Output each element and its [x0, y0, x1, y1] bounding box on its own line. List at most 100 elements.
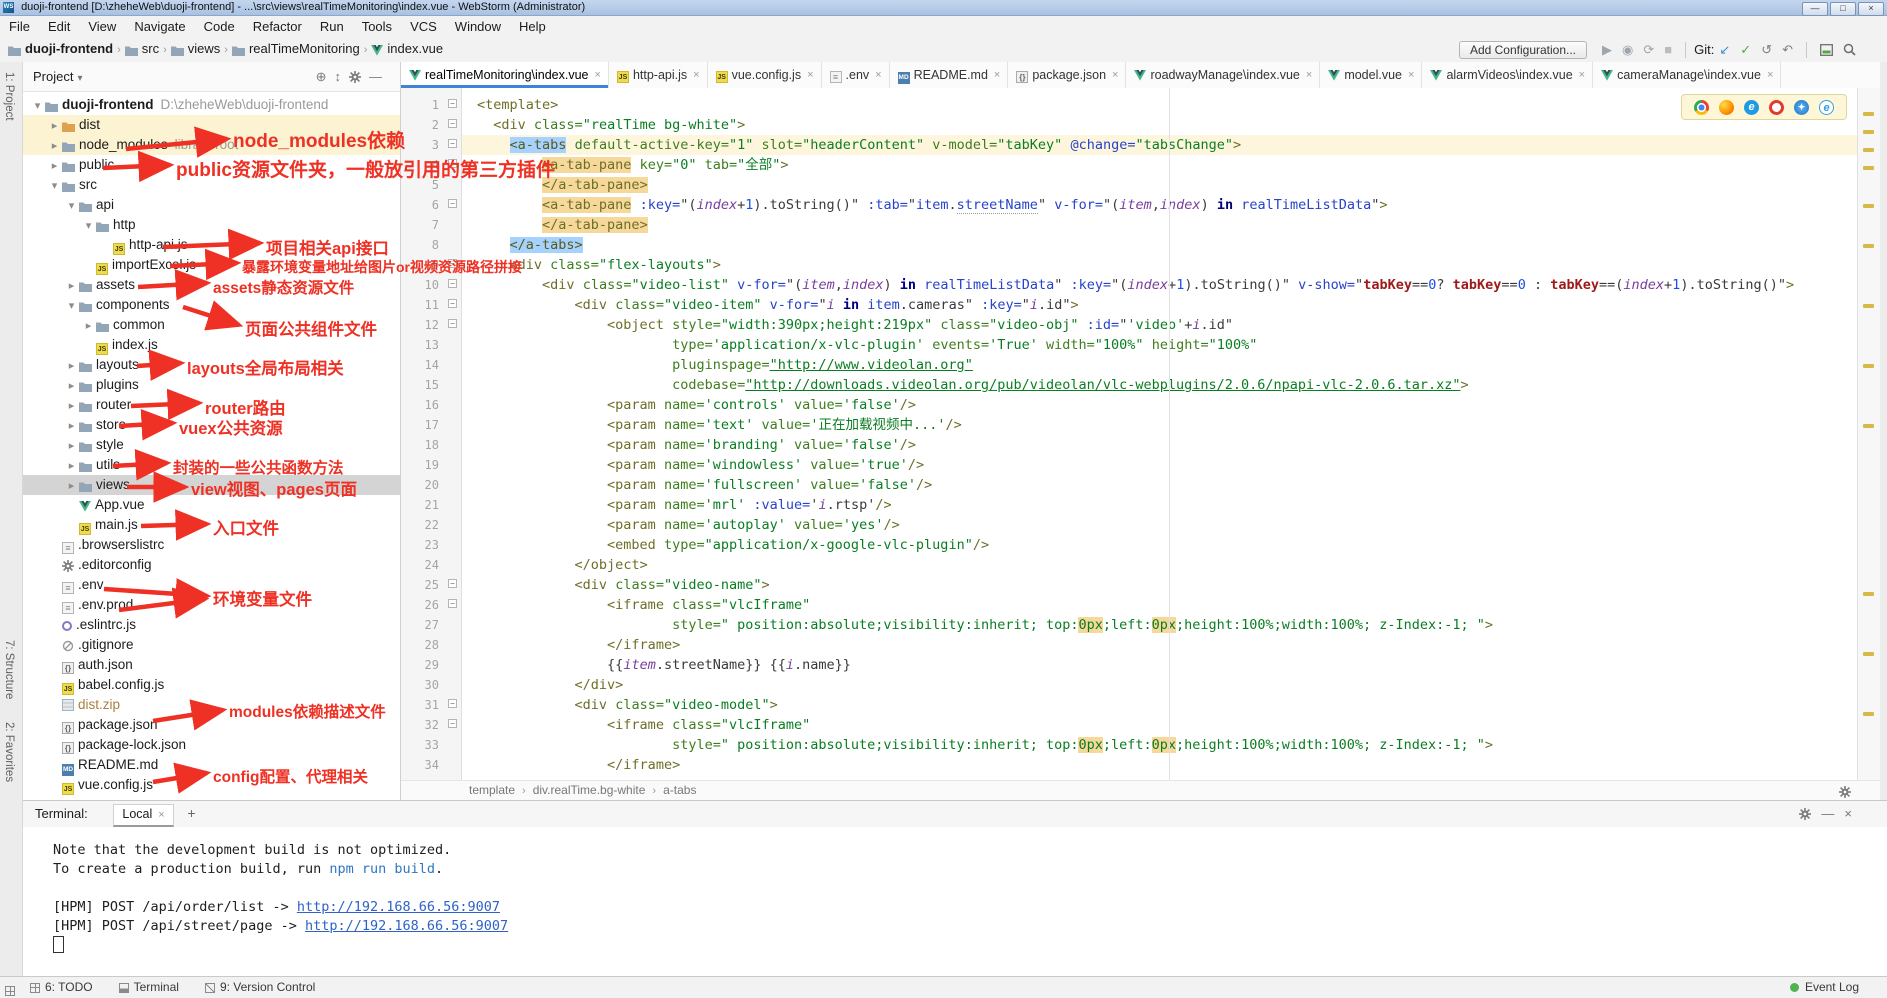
close-icon[interactable]: ×: [1306, 69, 1312, 81]
close-icon[interactable]: ×: [158, 809, 164, 821]
code-line-24[interactable]: </object>: [477, 555, 1858, 575]
fold-marker[interactable]: −: [448, 199, 457, 208]
chevron-down-icon[interactable]: ▾: [31, 96, 44, 116]
tool-stripe-1-Project[interactable]: 1: Project: [3, 72, 15, 121]
minimize-button[interactable]: —: [1802, 2, 1828, 16]
code-line-4[interactable]: <a-tab-pane key="0" tab="全部">: [477, 155, 1858, 175]
breadcrumb-item-index.vue[interactable]: index.vue: [371, 37, 443, 62]
terminal-output[interactable]: Note that the development build is not o…: [23, 827, 1887, 977]
tree-item-style[interactable]: ▸style: [23, 435, 401, 455]
editor-breadcrumb-div.realTime.bg-white[interactable]: div.realTime.bg-white: [533, 783, 646, 797]
code-line-29[interactable]: {{item.streetName}} {{i.name}}: [477, 655, 1858, 675]
tree-item-App.vue[interactable]: App.vue: [23, 495, 401, 515]
search-icon[interactable]: [1843, 38, 1856, 62]
code-line-22[interactable]: <param name='autoplay' value='yes'/>: [477, 515, 1858, 535]
tree-item-index.js[interactable]: JSindex.js: [23, 335, 401, 355]
tree-item-http-api.js[interactable]: JShttp-api.js: [23, 235, 401, 255]
tree-item-.browserslistrc[interactable]: ≡.browserslistrc: [23, 535, 401, 555]
code-line-16[interactable]: <param name='controls' value='false'/>: [477, 395, 1858, 415]
breadcrumb-item-duoji-frontend[interactable]: duoji-frontend: [8, 37, 113, 62]
editor-tab-README.md[interactable]: MDREADME.md×: [890, 62, 1009, 88]
tree-item-router[interactable]: ▸router: [23, 395, 401, 415]
code-line-20[interactable]: <param name='fullscreen' value='false'/>: [477, 475, 1858, 495]
expand-collapse-icon[interactable]: ↕: [335, 62, 342, 91]
firefox-browser-icon[interactable]: [1719, 100, 1734, 115]
fold-marker[interactable]: −: [448, 299, 457, 308]
tree-item-auth.json[interactable]: {}auth.json: [23, 655, 401, 675]
chevron-down-icon[interactable]: ▾: [65, 296, 78, 316]
tree-item-utils[interactable]: ▸utils: [23, 455, 401, 475]
breadcrumb-item-views[interactable]: views: [171, 37, 221, 62]
editor-tab-cameraManage_index.vue[interactable]: cameraManage\index.vue×: [1593, 62, 1781, 88]
code-line-28[interactable]: </iframe>: [477, 635, 1858, 655]
title-bar[interactable]: WS duoji-frontend [D:\zheheWeb\duoji-fro…: [0, 0, 1887, 16]
close-icon[interactable]: ×: [1767, 69, 1773, 81]
git-update-icon[interactable]: ↙: [1719, 38, 1730, 62]
code-line-2[interactable]: <div class="realTime bg-white">: [477, 115, 1858, 135]
code-line-10[interactable]: <div class="video-list" v-for="(item,ind…: [477, 275, 1858, 295]
close-icon[interactable]: ×: [693, 69, 699, 81]
edge-browser-icon[interactable]: e: [1744, 100, 1759, 115]
chevron-right-icon[interactable]: ▸: [82, 316, 95, 336]
code-line-14[interactable]: pluginspage="http://www.videolan.org": [477, 355, 1858, 375]
git-commit-icon[interactable]: ✓: [1740, 38, 1751, 62]
add-configuration-button[interactable]: Add Configuration...: [1459, 41, 1587, 59]
code-line-23[interactable]: <embed type="application/x-google-vlc-pl…: [477, 535, 1858, 555]
chevron-down-icon[interactable]: ▾: [82, 216, 95, 236]
chevron-right-icon[interactable]: ▸: [65, 276, 78, 296]
code-line-15[interactable]: codebase="http://downloads.videolan.org/…: [477, 375, 1858, 395]
chevron-right-icon[interactable]: ▸: [65, 416, 78, 436]
menu-item-help[interactable]: Help: [510, 16, 555, 37]
editor-tab-realTimeMonitoring_index.vue[interactable]: realTimeMonitoring\index.vue×: [401, 62, 609, 88]
breadcrumb-item-realTimeMonitoring[interactable]: realTimeMonitoring: [232, 37, 360, 62]
editor-tab-roadwayManage_index.vue[interactable]: roadwayManage\index.vue×: [1126, 62, 1320, 88]
tree-item-src[interactable]: ▾src: [23, 175, 401, 195]
chevron-down-icon[interactable]: ▾: [48, 176, 61, 196]
tree-item-duoji-frontend[interactable]: ▾duoji-frontendD:\zheheWeb\duoji-fronten…: [23, 95, 401, 115]
code-editor[interactable]: 1−2−3−4−56−789−10−11−12−1314151617181920…: [401, 88, 1887, 780]
code-line-27[interactable]: style=" position:absolute;visibility:inh…: [477, 615, 1858, 635]
editor-breadcrumb-a-tabs[interactable]: a-tabs: [663, 783, 696, 797]
fold-marker[interactable]: −: [448, 259, 457, 268]
menu-item-navigate[interactable]: Navigate: [125, 16, 194, 37]
tree-item-public[interactable]: ▸public: [23, 155, 401, 175]
close-icon[interactable]: ×: [1112, 69, 1118, 81]
code-line-17[interactable]: <param name='text' value='正在加载视频中...'/>: [477, 415, 1858, 435]
code-line-8[interactable]: </a-tabs>: [477, 235, 1858, 255]
menu-item-file[interactable]: File: [0, 16, 39, 37]
close-icon[interactable]: ×: [1579, 69, 1585, 81]
menu-item-tools[interactable]: Tools: [353, 16, 401, 37]
chevron-down-icon[interactable]: ▾: [77, 73, 82, 84]
menu-item-run[interactable]: Run: [311, 16, 353, 37]
fold-marker[interactable]: −: [448, 599, 457, 608]
fold-marker[interactable]: −: [448, 159, 457, 168]
chevron-right-icon[interactable]: ▸: [65, 396, 78, 416]
breadcrumb-item-src[interactable]: src: [125, 37, 159, 62]
chevron-right-icon[interactable]: ▸: [65, 476, 78, 496]
git-history-icon[interactable]: ↺: [1761, 38, 1772, 62]
code-line-1[interactable]: <template>: [477, 95, 1858, 115]
minimize-icon[interactable]: —: [1821, 801, 1834, 826]
menu-item-vcs[interactable]: VCS: [401, 16, 446, 37]
ie-browser-icon[interactable]: e: [1819, 100, 1834, 115]
code-line-25[interactable]: <div class="video-name">: [477, 575, 1858, 595]
coverage-icon[interactable]: ⟳: [1643, 38, 1654, 62]
chevron-right-icon[interactable]: ▸: [48, 156, 61, 176]
git-rollback-icon[interactable]: ↶: [1782, 38, 1793, 62]
fold-marker[interactable]: −: [448, 99, 457, 108]
tree-item-node_modules[interactable]: ▸node_moduleslibrary root: [23, 135, 401, 155]
menu-item-view[interactable]: View: [79, 16, 125, 37]
tree-item-http[interactable]: ▾http: [23, 215, 401, 235]
editor-tab-vue.config.js[interactable]: JSvue.config.js×: [708, 62, 822, 88]
code-line-18[interactable]: <param name='branding' value='false'/>: [477, 435, 1858, 455]
tree-item-importExcel.js[interactable]: JSimportExcel.js: [23, 255, 401, 275]
fold-marker[interactable]: −: [448, 699, 457, 708]
maximize-button[interactable]: □: [1830, 2, 1856, 16]
terminal-link[interactable]: http://192.168.66.56:9007: [297, 899, 500, 915]
close-button[interactable]: ×: [1858, 2, 1884, 16]
event-log[interactable]: Event Log: [1790, 977, 1859, 998]
tree-item-components[interactable]: ▾components: [23, 295, 401, 315]
tree-item-babel.config.js[interactable]: JSbabel.config.js: [23, 675, 401, 695]
tree-item-plugins[interactable]: ▸plugins: [23, 375, 401, 395]
editor-tab-package.json[interactable]: {}package.json×: [1008, 62, 1126, 88]
